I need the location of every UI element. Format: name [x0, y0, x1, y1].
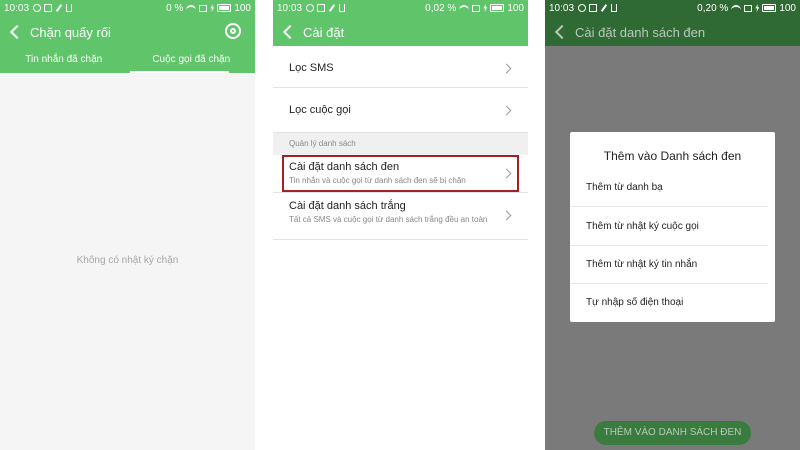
messenger-icon — [578, 4, 587, 12]
settings-item-description: Tất cả SMS và cuộc gọi từ danh sách trắn… — [289, 215, 488, 224]
status-bar: 10:03 0 % 100 — [0, 0, 255, 16]
sim-icon — [199, 4, 208, 12]
charging-icon — [483, 4, 488, 12]
title-bar: Cài đặt danh sách đen — [545, 18, 800, 46]
wifi-icon — [459, 4, 470, 12]
phone-screen-blocked-log: 10:03 0 % 100 Chặn quấy rối Tin nhắn đã … — [0, 0, 255, 450]
back-arrow-icon[interactable] — [0, 18, 28, 46]
divider — [570, 206, 768, 207]
sim-icon — [744, 4, 753, 12]
settings-item-call-filter[interactable]: Lọc cuộc gọi — [273, 89, 528, 133]
add-to-blacklist-dialog: Thêm vào Danh sách đen Thêm từ danh bạ T… — [570, 132, 775, 322]
data-usage-text: 0 % — [166, 2, 184, 14]
usb-icon — [66, 4, 73, 12]
charging-icon — [210, 4, 215, 12]
charging-icon — [755, 4, 760, 12]
phone-screen-settings: 10:03 0,02 % 100 Cài đặt Lọc SMS Lọc cuộ… — [273, 0, 528, 450]
back-arrow-icon[interactable] — [545, 18, 573, 46]
share-icon — [600, 4, 608, 12]
share-icon — [328, 4, 336, 12]
wifi-icon — [731, 4, 742, 12]
add-to-blacklist-button[interactable]: THÊM VÀO DANH SÁCH ĐEN — [594, 421, 751, 445]
tab-blocked-messages[interactable]: Tin nhắn đã chặn — [0, 50, 128, 73]
messenger-icon — [306, 4, 315, 12]
battery-icon — [217, 4, 232, 12]
share-icon — [55, 4, 63, 12]
image-icon — [317, 4, 326, 12]
dialog-option-from-message-log[interactable]: Thêm từ nhật ký tin nhắn — [586, 259, 766, 270]
sim-icon — [472, 4, 481, 12]
page-title: Cài đặt danh sách đen — [575, 24, 706, 40]
page-title: Cài đặt — [303, 24, 345, 40]
battery-level: 100 — [779, 2, 796, 14]
highlight-box — [282, 155, 519, 192]
status-time: 10:03 — [277, 2, 303, 14]
battery-level: 100 — [234, 2, 251, 14]
image-icon — [589, 4, 598, 12]
battery-level: 100 — [507, 2, 524, 14]
status-bar: 10:03 0,20 % 100 — [545, 0, 800, 16]
dialog-option-from-contacts[interactable]: Thêm từ danh bạ — [586, 182, 766, 193]
title-bar: Cài đặt — [273, 18, 528, 46]
divider — [570, 283, 768, 284]
chevron-right-icon — [501, 105, 512, 116]
status-time: 10:03 — [4, 2, 30, 14]
dialog-option-manual-entry[interactable]: Tự nhập số điện thoại — [586, 297, 766, 308]
battery-icon — [762, 4, 777, 12]
page-title: Chặn quấy rối — [30, 24, 111, 40]
dialog-option-from-call-log[interactable]: Thêm từ nhật ký cuộc gọi — [586, 221, 766, 232]
chevron-right-icon — [501, 210, 512, 221]
section-label: Quản lý danh sách — [289, 139, 356, 148]
settings-gear-icon[interactable] — [225, 23, 241, 39]
section-header: Quản lý danh sách — [273, 133, 528, 155]
usb-icon — [611, 4, 618, 12]
settings-item-label: Cài đặt danh sách trắng — [289, 200, 406, 212]
tab-blocked-calls[interactable]: Cuộc gọi đã chặn — [128, 50, 256, 73]
status-time: 10:03 — [549, 2, 575, 14]
divider — [570, 245, 768, 246]
empty-state-text: Không có nhật ký chặn — [76, 255, 179, 266]
dialog-title: Thêm vào Danh sách đen — [603, 149, 742, 163]
settings-item-sms-filter[interactable]: Lọc SMS — [273, 48, 528, 88]
data-usage-text: 0,20 % — [697, 2, 729, 14]
settings-item-label: Lọc SMS — [289, 62, 334, 74]
settings-item-whitelist[interactable]: Cài đặt danh sách trắng Tất cả SMS và cu… — [273, 194, 528, 240]
data-usage-text: 0,02 % — [425, 2, 457, 14]
phone-screen-blacklist-dialog: 10:03 0,20 % 100 Cài đặt danh sách đen T… — [545, 0, 800, 450]
image-icon — [44, 4, 53, 12]
screenshot-composite: 10:03 0 % 100 Chặn quấy rối Tin nhắn đã … — [0, 0, 800, 450]
status-bar: 10:03 0,02 % 100 — [273, 0, 528, 16]
title-bar: Chặn quấy rối — [0, 18, 255, 46]
wifi-icon — [186, 4, 197, 12]
back-arrow-icon[interactable] — [273, 18, 301, 46]
messenger-icon — [33, 4, 42, 12]
battery-icon — [490, 4, 505, 12]
tab-bar: Tin nhắn đã chặn Cuộc gọi đã chặn — [0, 50, 255, 73]
settings-item-label: Lọc cuộc gọi — [289, 104, 351, 116]
chevron-right-icon — [501, 63, 512, 74]
usb-icon — [339, 4, 346, 12]
